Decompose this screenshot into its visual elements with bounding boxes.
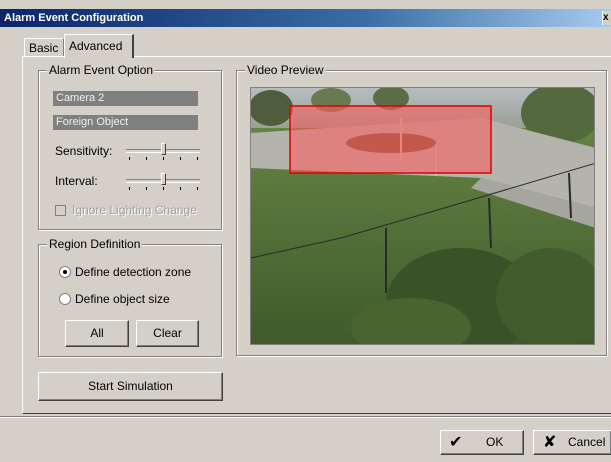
x-icon: ✘ [543,434,557,451]
ok-button[interactable]: ✔ OK [440,430,524,455]
define-object-size-radio[interactable] [59,293,71,305]
interval-slider[interactable] [126,173,200,190]
define-object-size-label: Define object size [75,292,170,306]
cancel-label: Cancel [568,435,606,449]
detection-zone-overlay[interactable] [289,105,492,174]
title-bar: Alarm Event Configuration x [0,9,611,27]
all-button[interactable]: All [65,320,129,347]
ignore-lighting-label: Ignore Lighting Change [72,203,197,217]
ignore-lighting-checkbox[interactable] [55,205,66,216]
window-title: Alarm Event Configuration [4,12,144,24]
define-detection-zone-label: Define detection zone [75,265,192,279]
footer-divider [0,416,611,418]
cancel-button[interactable]: ✘ Cancel [533,430,611,455]
define-detection-zone-radio[interactable] [59,266,71,278]
video-preview-legend: Video Preview [245,63,326,77]
event-type-field[interactable]: Foreign Object [53,115,198,130]
tab-advanced[interactable]: Advanced [64,34,134,58]
sensitivity-label: Sensitivity: [55,144,113,158]
video-preview-group: Video Preview [236,64,607,356]
interval-label: Interval: [55,174,98,188]
interval-slider-thumb[interactable] [161,173,166,185]
sensitivity-slider[interactable] [126,143,200,160]
sensitivity-slider-thumb[interactable] [161,143,166,155]
region-definition-legend: Region Definition [47,237,143,251]
video-preview-image[interactable] [250,87,595,345]
alarm-event-option-legend: Alarm Event Option [47,63,156,77]
region-definition-group: Region Definition Define detection zone … [38,238,222,357]
camera-field[interactable]: Camera 2 [53,91,198,106]
tab-basic[interactable]: Basic [24,38,64,56]
alarm-event-option-group: Alarm Event Option Camera 2 Foreign Obje… [38,64,222,230]
clear-button[interactable]: Clear [136,320,199,347]
camera-scene [251,88,594,344]
close-icon[interactable]: x [602,11,611,25]
start-simulation-button[interactable]: Start Simulation [38,372,223,401]
ok-label: OK [486,435,504,449]
checkmark-icon: ✔ [449,434,463,451]
